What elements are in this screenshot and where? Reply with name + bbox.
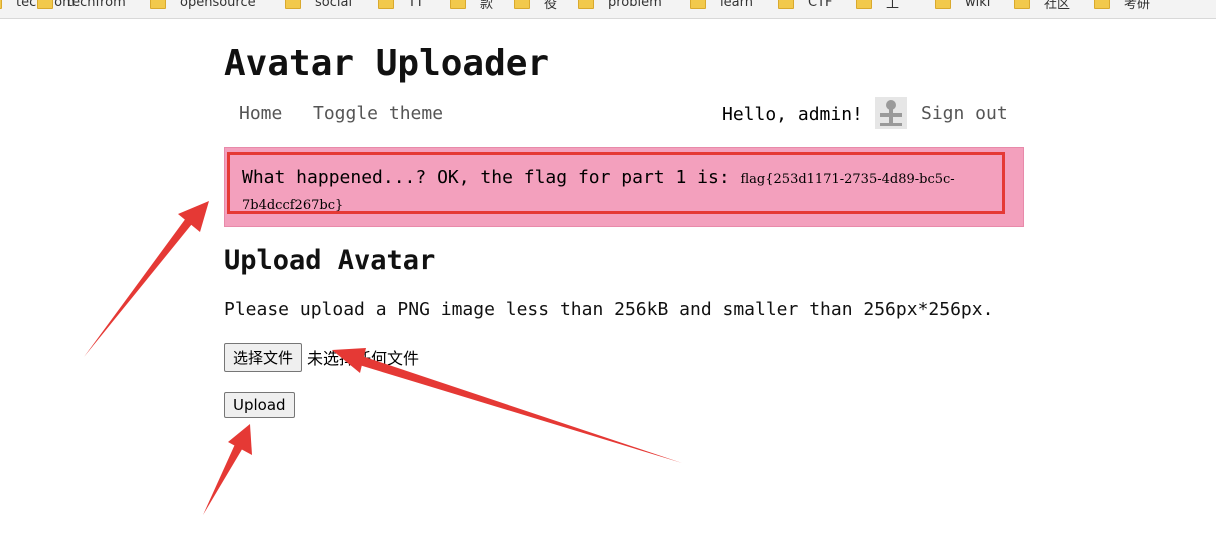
upload-button[interactable]: Upload xyxy=(224,392,295,418)
bookmark-label: 役 xyxy=(544,0,558,12)
file-status-text: 未选择任何文件 xyxy=(307,349,420,368)
bookmark-label: TT xyxy=(408,0,424,10)
choose-file-button[interactable]: 选择文件 xyxy=(224,342,303,372)
bookmark-label: wiki xyxy=(965,0,991,10)
folder-icon xyxy=(1094,0,1110,9)
folder-icon xyxy=(514,0,530,9)
bookmark-label: learn xyxy=(720,0,753,10)
bookmark-folder[interactable]: problem xyxy=(578,0,662,12)
folder-icon xyxy=(0,0,2,9)
annotation-arrow-upload xyxy=(203,442,244,515)
nav-home-link[interactable]: Home xyxy=(239,103,282,124)
bookmark-label: problem xyxy=(608,0,662,10)
bookmark-folder[interactable]: 社区 xyxy=(1014,0,1070,12)
folder-icon xyxy=(37,0,53,9)
bookmark-folder[interactable]: wiki xyxy=(935,0,990,12)
user-avatar-icon xyxy=(875,97,907,129)
nav-bar: Home Toggle theme Hello, admin! Sign out xyxy=(224,95,1024,131)
user-avatar-icon-graphic xyxy=(875,97,907,129)
bookmark-folder[interactable]: CTF xyxy=(778,0,833,12)
bookmark-folder[interactable]: techfrom xyxy=(37,0,126,12)
upload-row: Upload xyxy=(224,392,295,418)
bookmark-label: 工 xyxy=(886,0,900,12)
bookmark-label: opensource xyxy=(180,0,256,10)
bookmark-folder[interactable]: social xyxy=(285,0,352,12)
bookmark-folder[interactable]: opensource xyxy=(150,0,256,12)
bookmark-folder[interactable]: TT xyxy=(378,0,424,12)
folder-icon xyxy=(1014,0,1030,9)
bookmark-folder[interactable]: 役 xyxy=(514,0,557,12)
bookmark-folder[interactable]: learn xyxy=(690,0,753,12)
bookmark-label: 考研 xyxy=(1124,0,1151,12)
nav-toggle-theme-link[interactable]: Toggle theme xyxy=(313,103,443,124)
folder-icon xyxy=(935,0,951,9)
upload-section-title: Upload Avatar xyxy=(224,245,436,276)
bookmark-label: social xyxy=(315,0,353,10)
nav-sign-out-link[interactable]: Sign out xyxy=(921,103,1008,124)
folder-icon xyxy=(856,0,872,9)
bookmarks-bar: techfrom techfrom opensource social TT 款… xyxy=(0,0,1216,19)
flash-message-text: What happened...? OK, the flag for part … xyxy=(242,167,730,188)
annotation-arrow-flash xyxy=(84,214,196,357)
folder-icon xyxy=(150,0,166,9)
folder-icon xyxy=(450,0,466,9)
file-input[interactable]: 选择文件 未选择任何文件 xyxy=(224,342,419,372)
user-greeting: Hello, admin! xyxy=(722,104,863,125)
bookmark-label: 社区 xyxy=(1044,0,1071,12)
upload-instructions: Please upload a PNG image less than 256k… xyxy=(224,299,994,320)
annotation-arrow-upload-head xyxy=(228,424,252,455)
flash-text: What happened...? OK, the flag for part … xyxy=(242,166,992,218)
bookmark-folder[interactable]: 款 xyxy=(450,0,493,12)
bookmark-label: techfrom xyxy=(67,0,126,10)
folder-icon xyxy=(690,0,706,9)
site-title: Avatar Uploader xyxy=(224,43,550,84)
bookmark-label: CTF xyxy=(808,0,833,10)
flash-message: What happened...? OK, the flag for part … xyxy=(224,147,1024,227)
bookmark-folder[interactable]: 工 xyxy=(856,0,899,12)
folder-icon xyxy=(778,0,794,9)
folder-icon xyxy=(285,0,301,9)
annotation-arrows xyxy=(84,201,682,515)
bookmark-label: 款 xyxy=(480,0,494,12)
bookmark-folder[interactable]: 考研 xyxy=(1094,0,1150,12)
annotation-arrow-flash-head xyxy=(178,201,209,232)
folder-icon xyxy=(578,0,594,9)
folder-icon xyxy=(378,0,394,9)
